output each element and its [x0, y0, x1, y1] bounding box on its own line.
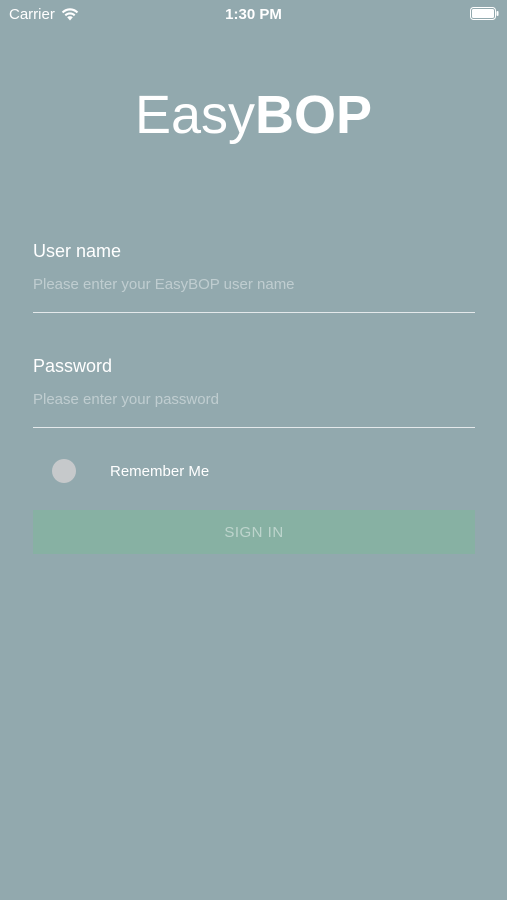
logo-text-bold: BOP — [255, 85, 373, 145]
remember-me-label: Remember Me — [110, 462, 210, 480]
password-underline — [33, 427, 475, 428]
username-label: User name — [33, 241, 122, 261]
sign-in-button[interactable]: SIGN IN — [33, 510, 475, 554]
username-underline — [33, 312, 475, 313]
remember-me-checkbox[interactable] — [52, 459, 76, 483]
password-field: Password — [33, 355, 475, 428]
username-field: User name — [33, 240, 475, 313]
username-input[interactable] — [33, 274, 475, 296]
password-label: Password — [33, 356, 113, 376]
battery-icon — [470, 7, 499, 20]
password-input[interactable] — [33, 389, 475, 411]
remember-me-option[interactable]: Remember Me — [52, 459, 209, 483]
logo-text-light: Easy — [134, 85, 256, 145]
status-bar: Carrier 1:30 PM — [0, 0, 507, 28]
app-logo: EasyBOP — [0, 88, 507, 142]
clock: 1:30 PM — [225, 6, 282, 23]
